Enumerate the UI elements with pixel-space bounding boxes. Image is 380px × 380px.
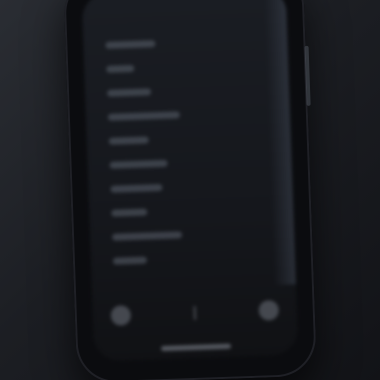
- bottom-nav-bar: [102, 291, 287, 335]
- menu-list: [105, 27, 279, 273]
- phone-screen: [81, 0, 299, 362]
- divider-icon: [193, 305, 197, 320]
- photo-scene: [0, 0, 380, 380]
- menu-item-label: [106, 87, 152, 97]
- menu-item-label: [109, 159, 168, 169]
- menu-item-label: [105, 39, 156, 49]
- circle-icon[interactable]: [258, 299, 280, 321]
- menu-item-label: [111, 208, 148, 217]
- side-button: [304, 45, 311, 106]
- menu-item-label: [112, 256, 148, 265]
- phone-device: [62, 0, 318, 380]
- menu-item-label: [110, 183, 163, 193]
- menu-item-label: [107, 110, 180, 121]
- menu-item-label: [108, 135, 149, 145]
- circle-icon[interactable]: [110, 305, 132, 326]
- menu-item-label: [106, 64, 135, 73]
- menu-item-label: [111, 230, 183, 241]
- menu-item[interactable]: [112, 243, 280, 273]
- home-indicator[interactable]: [160, 343, 232, 352]
